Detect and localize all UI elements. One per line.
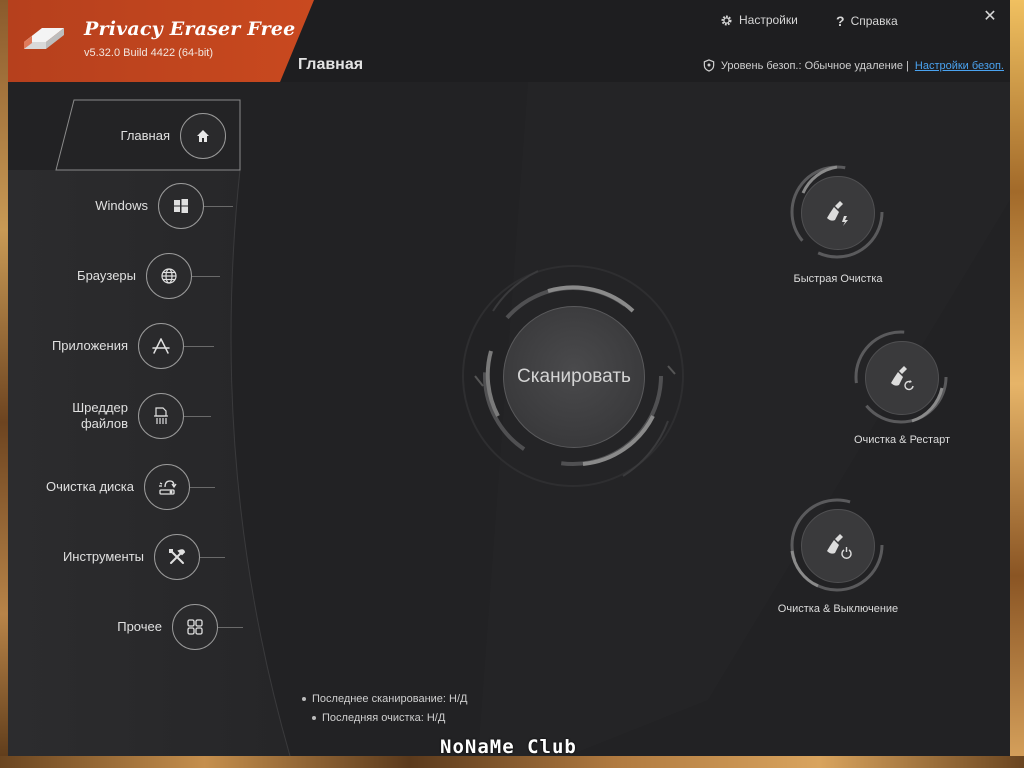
security-level: Уровень безоп.: Обычное удаление | Настр… (703, 59, 1004, 72)
clean-shutdown-label: Очистка & Выключение (777, 603, 899, 615)
page-title: Главная (298, 56, 364, 73)
sidebar-item-apps[interactable]: Приложения (8, 323, 184, 369)
sidebar-item-label: Приложения (51, 338, 128, 353)
last-clean-text: Последняя очистка: Н/Д (322, 712, 446, 724)
help-button[interactable]: ? Справка (836, 13, 898, 29)
last-clean-status: Последняя очистка: Н/Д (312, 712, 445, 724)
globe-icon (146, 253, 192, 299)
sidebar-item-home[interactable]: Главная (48, 113, 226, 159)
last-scan-status: Последнее сканирование: Н/Д (302, 693, 467, 705)
sidebar-item-file-shredder[interactable]: Шреддер файлов (8, 393, 184, 439)
app-window: Privacy Eraser Free v5.32.0 Build 4422 (… (8, 0, 1010, 756)
connector-line (190, 276, 220, 277)
sidebar-item-windows[interactable]: Windows (28, 183, 204, 229)
sidebar-item-disk-cleanup[interactable]: Очистка диска (8, 464, 190, 510)
home-icon (180, 113, 226, 159)
sidebar-item-browsers[interactable]: Браузеры (8, 253, 192, 299)
eraser-logo-icon (20, 22, 68, 52)
connector-line (203, 206, 233, 207)
clean-restart-label: Очистка & Рестарт (853, 434, 950, 446)
watermark: NoNaMe Club (440, 736, 577, 758)
settings-label: Настройки (739, 13, 798, 27)
windows-icon (158, 183, 204, 229)
clean-shutdown-button[interactable] (801, 509, 875, 583)
quick-clean-icon (827, 201, 848, 226)
desktop-wallpaper-left (0, 0, 8, 768)
app-title: Privacy Eraser Free (84, 18, 296, 40)
connector-line (184, 346, 214, 347)
sidebar-item-tools[interactable]: Инструменты (8, 534, 200, 580)
bullet-icon (312, 716, 316, 720)
shredder-icon (138, 393, 184, 439)
sidebar-item-label: Браузеры (77, 268, 136, 283)
sidebar-item-label: Очистка диска (46, 479, 134, 494)
gear-icon (721, 14, 732, 26)
security-level-text: Уровень безоп.: Обычное удаление | (720, 59, 909, 72)
tools-icon (154, 534, 200, 580)
shield-icon (703, 59, 715, 72)
clean-restart-icon (891, 366, 914, 391)
quick-clean-label: Быстрая Очистка (793, 273, 883, 285)
grid-icon (172, 604, 218, 650)
close-button[interactable]: ✕ (980, 6, 1000, 26)
last-scan-text: Последнее сканирование: Н/Д (312, 693, 468, 705)
connector-line (181, 416, 211, 417)
sidebar-item-label: Главная (120, 128, 170, 143)
bullet-icon (302, 697, 306, 701)
sidebar-item-other[interactable]: Прочее (8, 604, 218, 650)
security-settings-link[interactable]: Настройки безоп. (915, 60, 1004, 72)
apps-icon (138, 323, 184, 369)
help-label: Справка (850, 14, 898, 28)
sidebar-item-label: Windows (95, 198, 148, 213)
app-version: v5.32.0 Build 4422 (64-bit) (84, 47, 214, 59)
sidebar-item-label: Шреддер файлов (72, 400, 128, 431)
scan-button[interactable]: Сканировать (503, 306, 645, 448)
sidebar-item-label: Прочее (117, 619, 162, 634)
clean-shutdown-icon (827, 534, 852, 559)
question-icon: ? (836, 13, 845, 29)
settings-button[interactable]: Настройки (720, 13, 798, 27)
clean-restart-button[interactable] (865, 341, 939, 415)
disk-clean-icon (144, 464, 190, 510)
quick-clean-button[interactable] (801, 176, 875, 250)
sidebar-item-label: Инструменты (62, 549, 144, 564)
desktop-wallpaper-right (1010, 0, 1024, 768)
